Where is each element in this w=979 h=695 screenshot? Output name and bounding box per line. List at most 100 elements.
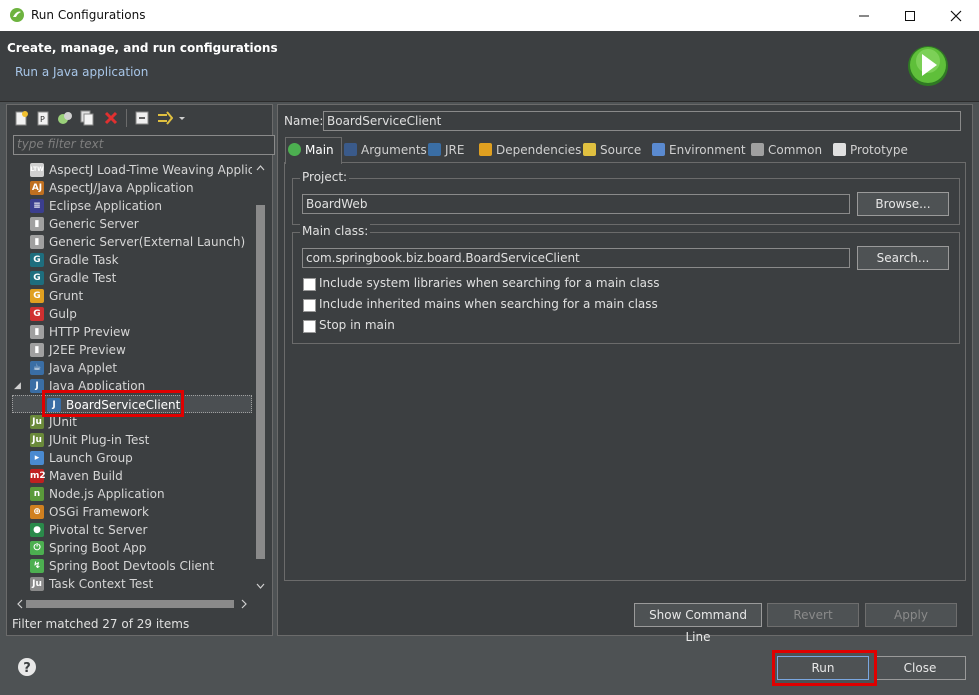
- tree-item[interactable]: AJ AspectJ/Java Application: [12, 179, 252, 197]
- collapse-all-icon[interactable]: [134, 110, 150, 126]
- tree-item-label: Generic Server(External Launch): [49, 235, 246, 249]
- project-field[interactable]: BoardWeb: [302, 194, 850, 214]
- server-icon: ▮: [30, 343, 44, 357]
- include-system-libraries-checkbox[interactable]: [303, 278, 316, 291]
- tab-main[interactable]: Main: [288, 139, 334, 161]
- tab-dependencies[interactable]: Dependencies: [479, 139, 581, 161]
- tree-item[interactable]: Ju Task Context Test: [12, 575, 252, 593]
- tab-label: Source: [600, 143, 642, 157]
- revert-button[interactable]: Revert: [767, 603, 859, 627]
- tree-item[interactable]: ▮ J2EE Preview: [12, 341, 252, 359]
- close-window-button[interactable]: [933, 0, 979, 31]
- header-separator: [0, 101, 979, 102]
- common-tab-icon: [751, 143, 764, 156]
- tab-prototype[interactable]: Prototype: [833, 139, 908, 161]
- tree-item[interactable]: G Gradle Test: [12, 269, 252, 287]
- show-command-line-button[interactable]: Show Command Line: [634, 603, 762, 644]
- export-configuration-icon[interactable]: [57, 110, 73, 126]
- close-icon: [950, 10, 962, 21]
- title-bar: Run Configurations: [0, 0, 979, 31]
- osgi-icon: ⊕: [30, 505, 44, 519]
- tree-item[interactable]: m2 Maven Build: [12, 467, 252, 485]
- tree-item-label: J2EE Preview: [49, 343, 126, 357]
- junit-icon: Ju: [30, 415, 44, 429]
- tab-jre[interactable]: JRE: [428, 139, 464, 161]
- tree-item[interactable]: G Gradle Task: [12, 251, 252, 269]
- maximize-icon: [905, 10, 915, 21]
- tree-item[interactable]: ▮ Generic Server: [12, 215, 252, 233]
- scroll-left-icon[interactable]: [15, 599, 24, 609]
- launch-group-icon: ▸: [30, 451, 44, 465]
- tab-content: Project: BoardWeb Browse... Main class: …: [284, 163, 966, 581]
- main-class-field[interactable]: com.springbook.biz.board.BoardServiceCli…: [302, 248, 850, 268]
- filter-configurations-icon[interactable]: [157, 110, 173, 126]
- tree-item[interactable]: G Grunt: [12, 287, 252, 305]
- scrollbar-thumb[interactable]: [256, 205, 265, 559]
- tree-item[interactable]: ☕ Java Applet: [12, 359, 252, 377]
- close-button[interactable]: Close: [874, 656, 966, 680]
- tree-item[interactable]: ● Pivotal tc Server: [12, 521, 252, 539]
- browse-button[interactable]: Browse...: [857, 192, 949, 216]
- scroll-down-icon[interactable]: [256, 582, 265, 591]
- hscrollbar-thumb[interactable]: [26, 600, 234, 608]
- tree-item[interactable]: Ju JUnit Plug-in Test: [12, 431, 252, 449]
- tab-arguments[interactable]: Arguments: [344, 139, 427, 161]
- nodejs-icon: n: [30, 487, 44, 501]
- include-inherited-mains-checkbox[interactable]: [303, 299, 316, 312]
- tree-item-label: Grunt: [49, 289, 84, 303]
- tree-item-label: Spring Boot Devtools Client: [49, 559, 215, 573]
- delete-icon[interactable]: [103, 110, 119, 126]
- stop-in-main-checkbox[interactable]: [303, 320, 316, 333]
- pivotal-icon: ●: [30, 523, 44, 537]
- server-icon: ▮: [30, 235, 44, 249]
- tree-item[interactable]: ≡ Eclipse Application: [12, 197, 252, 215]
- environment-tab-icon: [652, 143, 665, 156]
- spring-app-icon: [10, 8, 24, 22]
- maximize-button[interactable]: [887, 0, 933, 31]
- duplicate-icon[interactable]: [79, 110, 95, 126]
- help-icon[interactable]: ?: [17, 657, 37, 677]
- name-field[interactable]: BoardServiceClient: [323, 111, 961, 131]
- tree-item[interactable]: ▮ HTTP Preview: [12, 323, 252, 341]
- expand-arrow-icon[interactable]: ◢: [14, 377, 21, 395]
- minimize-button[interactable]: [841, 0, 887, 31]
- tree-item-label: Gradle Task: [49, 253, 119, 267]
- source-tab-icon: [583, 143, 596, 156]
- tree-item[interactable]: LTW AspectJ Load-Time Weaving Applicat: [12, 161, 252, 179]
- new-prototype-icon[interactable]: P: [35, 110, 51, 126]
- tab-common[interactable]: Common: [751, 139, 822, 161]
- svg-text:P: P: [40, 115, 45, 124]
- junit-icon: Ju: [30, 433, 44, 447]
- main-tab-icon: [288, 143, 301, 156]
- eclipse-icon: ≡: [30, 199, 44, 213]
- configuration-editor: Name: BoardServiceClient Main Arguments JR…: [277, 104, 973, 644]
- scroll-up-icon[interactable]: [256, 163, 265, 172]
- tree-horizontal-scrollbar[interactable]: [12, 597, 252, 611]
- arguments-tab-icon: [344, 143, 357, 156]
- configuration-tree-panel: P type filter text LTW AspectJ Load-Time …: [6, 104, 275, 636]
- new-configuration-icon[interactable]: [13, 110, 29, 126]
- tree-item[interactable]: ▮ Generic Server(External Launch): [12, 233, 252, 251]
- search-button[interactable]: Search...: [857, 246, 949, 270]
- chevron-down-icon[interactable]: [177, 110, 187, 126]
- grunt-icon: G: [30, 289, 44, 303]
- tree-item-label: AspectJ Load-Time Weaving Applicat: [49, 163, 252, 177]
- tree-item[interactable]: ▸ Launch Group: [12, 449, 252, 467]
- applet-icon: ☕: [30, 361, 44, 375]
- tab-environment[interactable]: Environment: [652, 139, 746, 161]
- scroll-right-icon[interactable]: [240, 599, 249, 609]
- tree-item-label: Spring Boot App: [49, 541, 147, 555]
- tab-source[interactable]: Source: [583, 139, 641, 161]
- tree-item[interactable]: ⊕ OSGi Framework: [12, 503, 252, 521]
- tab-label: Arguments: [361, 143, 427, 157]
- jre-tab-icon: [428, 143, 441, 156]
- filter-input[interactable]: type filter text: [13, 135, 275, 155]
- gulp-icon: G: [30, 307, 44, 321]
- tree-item[interactable]: ↯ Spring Boot Devtools Client: [12, 557, 252, 575]
- tab-label: Common: [768, 143, 823, 157]
- tree-vertical-scrollbar[interactable]: [254, 161, 267, 594]
- tree-item[interactable]: n Node.js Application: [12, 485, 252, 503]
- tree-item[interactable]: G Gulp: [12, 305, 252, 323]
- tree-item[interactable]: ⏻ Spring Boot App: [12, 539, 252, 557]
- apply-button[interactable]: Apply: [865, 603, 957, 627]
